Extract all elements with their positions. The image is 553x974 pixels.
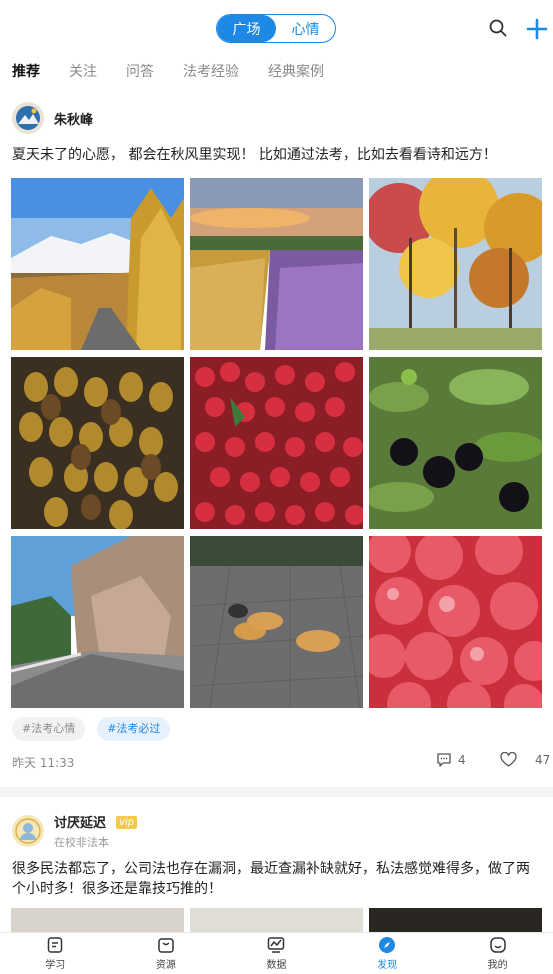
photo-red-apples[interactable]	[369, 536, 542, 708]
plus-icon[interactable]	[526, 18, 548, 40]
discover-compass-icon	[379, 937, 396, 953]
nav-label: 学习	[45, 960, 66, 971]
comment-icon	[437, 753, 451, 767]
photo-lavender-wheat[interactable]	[190, 178, 363, 350]
nav-label: 资源	[155, 960, 176, 971]
photo-black-berries[interactable]	[369, 357, 542, 529]
photo-handwritten-notes[interactable]	[11, 908, 184, 932]
photo-mountain-autumn-road[interactable]	[11, 178, 184, 350]
post-author[interactable]: 朱秋峰	[12, 102, 93, 134]
profile-icon	[489, 937, 506, 953]
photo-autumn-trees[interactable]	[369, 178, 542, 350]
author-subtitle: 在校非法本	[54, 836, 109, 849]
post-author[interactable]: 讨厌延迟 vip 在校非法本	[12, 812, 138, 850]
author-name[interactable]: 讨厌延迟	[54, 816, 106, 831]
photo-dark-notes[interactable]	[369, 908, 542, 932]
tab-qa[interactable]: 问答	[126, 61, 154, 81]
vip-badge: vip	[116, 816, 138, 829]
nav-data[interactable]: 数据	[221, 933, 332, 974]
top-bar: 广场 心情	[0, 0, 553, 52]
post-text: 夏天未了的心愿， 都会在秋风里实现！ 比如通过法考，比如去看看诗和远方！	[12, 147, 497, 163]
post-card[interactable]: 朱秋峰 夏天未了的心愿， 都会在秋风里实现！ 比如通过法考，比如去看看诗和远方！	[0, 90, 553, 787]
image-grid	[11, 178, 542, 708]
tab-following[interactable]: 关注	[69, 61, 97, 81]
segment-mood[interactable]: 心情	[276, 15, 335, 42]
tag-chip[interactable]: #法考心情	[12, 717, 86, 741]
nav-resources[interactable]: 资源	[111, 933, 222, 974]
image-grid	[11, 908, 542, 932]
photo-hawthorn-berries[interactable]	[190, 357, 363, 529]
app-screen: 广场 心情 推荐 关注 问答 法考经验 经典案例 朱秋峰 夏天未了的心愿， 都会…	[0, 0, 553, 974]
bottom-nav: 学习 资源 数据 发现 我的	[0, 932, 553, 974]
photo-campus-dogs[interactable]	[190, 536, 363, 708]
tab-classic-cases[interactable]: 经典案例	[268, 61, 324, 81]
like-count: 47	[535, 753, 551, 767]
heart-icon	[500, 752, 517, 767]
comment-button[interactable]: 4	[436, 752, 466, 768]
search-icon[interactable]	[488, 18, 508, 38]
category-tabs: 推荐 关注 问答 法考经验 经典案例	[0, 52, 553, 90]
post-tags: #法考心情 #法考必过	[12, 717, 182, 741]
segment-plaza[interactable]: 广场	[217, 15, 276, 42]
like-button[interactable]: 47	[500, 752, 550, 768]
tab-exam-experience[interactable]: 法考经验	[183, 61, 239, 81]
tab-recommend[interactable]: 推荐	[12, 61, 40, 81]
author-name[interactable]: 朱秋峰	[54, 109, 93, 128]
nav-label: 发现	[377, 960, 398, 971]
data-chart-icon	[268, 937, 285, 953]
post-text: 很多民法都忘了，公司法也存在漏洞，最近查漏补缺就好，私法感觉难得多，做了两个小时…	[12, 861, 530, 897]
segment-control: 广场 心情	[216, 14, 336, 43]
avatar[interactable]	[12, 815, 44, 847]
nav-study[interactable]: 学习	[0, 933, 111, 974]
comment-count: 4	[458, 753, 466, 767]
photo-mountain-road[interactable]	[11, 536, 184, 708]
nav-label: 我的	[487, 960, 508, 971]
study-icon	[48, 937, 63, 953]
post-time: 昨天 11:33	[12, 756, 75, 770]
post-card[interactable]: 讨厌延迟 vip 在校非法本 很多民法都忘了，公司法也存在漏洞，最近查漏补缺就好…	[0, 797, 553, 932]
photo-oleaster-fruit[interactable]	[11, 357, 184, 529]
nav-label: 数据	[266, 960, 287, 971]
nav-discover[interactable]: 发现	[332, 933, 443, 974]
resource-icon	[158, 938, 174, 953]
photo-handwritten-notes[interactable]	[190, 908, 363, 932]
nav-mine[interactable]: 我的	[442, 933, 553, 974]
avatar[interactable]	[12, 102, 44, 134]
tag-chip[interactable]: #法考必过	[97, 717, 171, 741]
